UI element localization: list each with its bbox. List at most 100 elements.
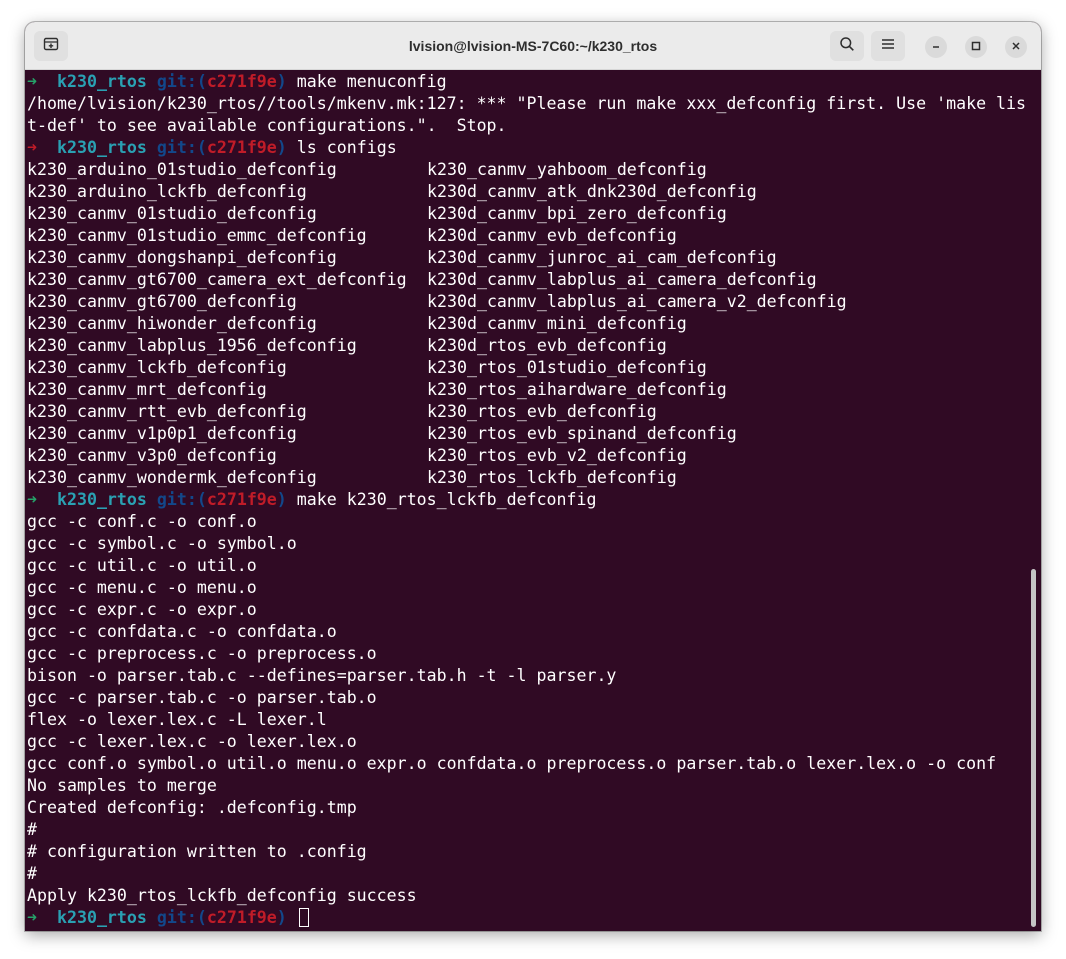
prompt-line: ➜ k230_rtos git:(c271f9e) [27,907,309,929]
prompt-dir: k230_rtos [56,72,147,91]
terminal-window: lvision@lvision-MS-7C60:~/k230_rtos ➜ k2… [25,22,1041,931]
config-row: k230_canmv_gt6700_defconfig k230d_canmv_l… [27,291,1027,313]
output-line: gcc -c parser.tab.c -o parser.tab.o [27,688,377,707]
close-icon [1011,38,1021,56]
output-line: # [27,820,37,839]
output-line: Apply k230_rtos_lckfb_defconfig success [27,886,417,905]
config-name: k230_canmv_gt6700_defconfig [27,292,297,311]
config-name: k230_canmv_labplus_1956_defconfig [27,336,357,355]
config-name: k230_canmv_v3p0_defconfig [27,446,277,465]
config-row: k230_canmv_labplus_1956_defconfig k230d_r… [27,335,1027,357]
output-line: gcc -c lexer.lex.c -o lexer.lex.o [27,732,357,751]
config-name: k230_rtos_aihardware_defconfig [427,380,727,399]
config-name: k230d_canmv_atk_dnk230d_defconfig [427,182,757,201]
minimize-button[interactable] [925,36,947,58]
prompt-arrow: ➜ [27,908,37,927]
config-name: k230d_rtos_evb_defconfig [427,336,667,355]
config-name: k230_canmv_gt6700_camera_ext_defconfig [27,270,407,289]
prompt-git-open: git:( [156,908,207,927]
config-name: k230_rtos_evb_v2_defconfig [427,446,687,465]
prompt-line: ➜ k230_rtos git:(c271f9e) make k230_rtos… [27,489,597,511]
config-row: k230_canmv_wondermk_defconfig k230_rtos_l… [27,467,1027,489]
prompt-branch: c271f9e [206,138,277,157]
terminal-output[interactable]: ➜ k230_rtos git:(c271f9e) make menuconfi… [25,70,1041,931]
config-row: k230_arduino_lckfb_defconfig k230d_canmv_… [27,181,1027,203]
prompt-branch: c271f9e [206,908,277,927]
output-line: bison -o parser.tab.c --defines=parser.t… [27,666,617,685]
config-name: k230_canmv_01studio_emmc_defconfig [27,226,367,245]
config-name: k230_rtos_01studio_defconfig [427,358,707,377]
output-line: gcc -c util.c -o util.o [27,556,257,575]
output-line: gcc -c preprocess.c -o preprocess.o [27,644,377,663]
command-text: make k230_rtos_lckfb_defconfig [296,490,597,509]
maximize-icon [971,38,981,56]
minimize-icon [931,38,941,56]
config-name: k230_canmv_01studio_defconfig [27,204,317,223]
prompt-git-open: git:( [156,72,207,91]
config-name: k230_arduino_01studio_defconfig [27,160,337,179]
prompt-dir: k230_rtos [56,490,147,509]
config-name: k230_canmv_v1p0p1_defconfig [27,424,297,443]
config-row: k230_canmv_v3p0_defconfig k230_rtos_evb_v… [27,445,1027,467]
config-name: k230d_canmv_mini_defconfig [427,314,687,333]
prompt-line: ➜ k230_rtos git:(c271f9e) make menuconfi… [27,71,447,93]
config-name: k230_canmv_dongshanpi_defconfig [27,248,337,267]
title-bar: lvision@lvision-MS-7C60:~/k230_rtos [25,22,1041,70]
scrollbar-thumb[interactable] [1031,569,1036,927]
output-line: No samples to merge [27,776,217,795]
config-name: k230_rtos_lckfb_defconfig [427,468,677,487]
config-row: k230_canmv_mrt_defconfig k230_rtos_aihard… [27,379,1027,401]
config-name: k230_canmv_lckfb_defconfig [27,358,287,377]
prompt-arrow: ➜ [27,72,37,91]
output-line: # configuration written to .config [27,842,367,861]
config-name: k230d_canmv_bpi_zero_defconfig [427,204,727,223]
config-name: k230_canmv_hiwonder_defconfig [27,314,317,333]
search-icon [839,36,855,57]
output-line: gcc -c symbol.c -o symbol.o [27,534,297,553]
output-line: gcc -c confdata.c -o confdata.o [27,622,337,641]
text-cursor [298,908,309,927]
prompt-arrow: ➜ [27,490,37,509]
config-name: k230_rtos_evb_spinand_defconfig [427,424,737,443]
maximize-button[interactable] [965,36,987,58]
prompt-git-close: ) [276,72,287,91]
prompt-git-open: git:( [156,490,207,509]
config-name: k230d_canmv_labplus_ai_camera_v2_defconf… [427,292,847,311]
config-name: k230d_canmv_junroc_ai_cam_defconfig [427,248,777,267]
config-name: k230_rtos_evb_defconfig [427,402,657,421]
config-row: k230_canmv_v1p0p1_defconfig k230_rtos_evb… [27,423,1027,445]
output-line: gcc -c expr.c -o expr.o [27,600,257,619]
output-line: Created defconfig: .defconfig.tmp [27,798,357,817]
config-row: k230_canmv_hiwonder_defconfig k230d_canmv… [27,313,1027,335]
output-line: # [27,864,37,883]
config-name: k230_canmv_wondermk_defconfig [27,468,317,487]
config-row: k230_canmv_lckfb_defconfig k230_rtos_01st… [27,357,1027,379]
output-line: flex -o lexer.lex.c -L lexer.l [27,710,327,729]
output-line: gcc -c conf.c -o conf.o [27,512,257,531]
config-name: k230_canmv_yahboom_defconfig [427,160,707,179]
prompt-git-close: ) [276,490,287,509]
prompt-git-open: git:( [156,138,207,157]
config-row: k230_canmv_01studio_emmc_defconfig k230d_… [27,225,1027,247]
config-name: k230_arduino_lckfb_defconfig [27,182,307,201]
prompt-git-close: ) [276,138,287,157]
search-button[interactable] [830,31,864,61]
output-line: gcc -c menu.c -o menu.o [27,578,257,597]
prompt-dir: k230_rtos [56,908,147,927]
hamburger-menu-icon [881,37,895,56]
close-button[interactable] [1005,36,1027,58]
prompt-arrow: ➜ [27,138,37,157]
command-text: make menuconfig [296,72,447,91]
config-row: k230_arduino_01studio_defconfig k230_canm… [27,159,1027,181]
prompt-line: ➜ k230_rtos git:(c271f9e) ls configs [27,137,397,159]
config-name: k230_canmv_mrt_defconfig [27,380,267,399]
prompt-dir: k230_rtos [56,138,147,157]
config-row: k230_canmv_gt6700_camera_ext_defconfig k2… [27,269,1027,291]
prompt-branch: c271f9e [206,72,277,91]
prompt-branch: c271f9e [206,490,277,509]
menu-button[interactable] [871,31,905,61]
output-line: gcc conf.o symbol.o util.o menu.o expr.o… [27,754,997,773]
prompt-git-close: ) [276,908,287,927]
command-text: ls configs [296,138,397,157]
config-name: k230d_canmv_evb_defconfig [427,226,677,245]
